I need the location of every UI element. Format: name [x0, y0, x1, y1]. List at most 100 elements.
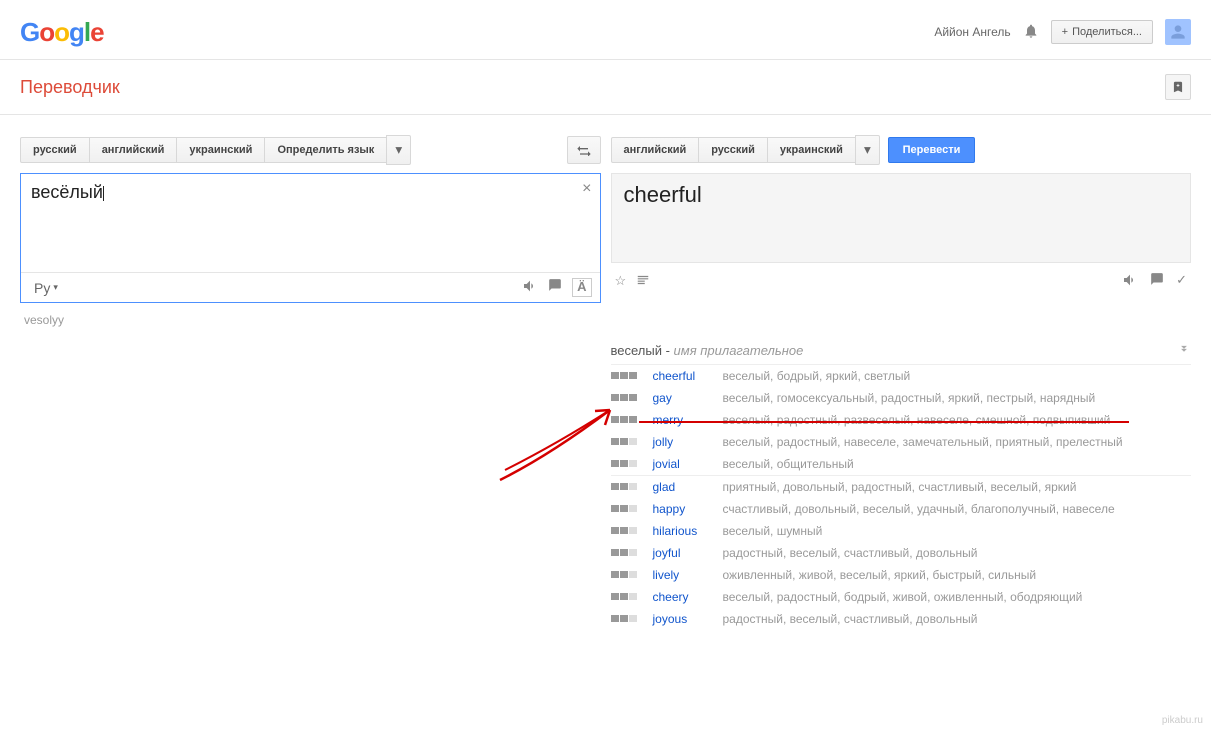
source-lang-english[interactable]: английский	[89, 137, 178, 163]
dict-back-translations: приятный, довольный, радостный, счастлив…	[723, 480, 1192, 494]
transliteration: vesolyy	[24, 313, 601, 327]
dict-translation-word[interactable]: jovial	[653, 457, 723, 471]
underline-annotation-2	[639, 422, 804, 423]
dict-row: jovialвеселый, общительный	[611, 453, 1192, 475]
source-lang-detect[interactable]: Определить язык	[264, 137, 387, 163]
input-text: весёлый	[31, 182, 103, 202]
dict-row: jollyвеселый, радостный, навеселе, замеч…	[611, 431, 1192, 453]
dict-translation-word[interactable]: cheery	[653, 590, 723, 604]
target-lang-ukrainian[interactable]: украинский	[767, 137, 856, 163]
frequency-bars	[611, 460, 643, 467]
dict-row: cheeryвеселый, радостный, бодрый, живой,…	[611, 586, 1192, 608]
dict-back-translations: веселый, общительный	[723, 457, 1192, 471]
text-cursor	[103, 186, 108, 201]
dict-translation-word[interactable]: cheerful	[653, 369, 723, 383]
dict-word: веселый	[611, 343, 662, 358]
frequency-bars	[611, 394, 643, 401]
dict-row: joyfulрадостный, веселый, счастливый, до…	[611, 542, 1192, 564]
swap-languages-button[interactable]	[567, 136, 601, 164]
dict-translation-word[interactable]: joyous	[653, 612, 723, 626]
dict-back-translations: веселый, радостный, развеселый, навеселе…	[723, 413, 1192, 427]
dict-group: gladприятный, довольный, радостный, счас…	[611, 475, 1192, 630]
output-footer: ☆ ✓	[611, 263, 1192, 293]
dict-translation-word[interactable]: glad	[653, 480, 723, 494]
target-lang-dropdown[interactable]: ▾	[855, 135, 880, 165]
frequency-bars	[611, 549, 643, 556]
main: русский английский украинский Определить…	[0, 115, 1211, 650]
dict-row: happyсчастливый, довольный, веселый, уда…	[611, 498, 1192, 520]
dict-row: livelyоживленный, живой, веселый, яркий,…	[611, 564, 1192, 586]
dict-row: merryвеселый, радостный, развеселый, нав…	[611, 409, 1192, 431]
star-icon[interactable]: ☆	[615, 273, 627, 289]
listen-target-icon[interactable]	[1122, 272, 1138, 291]
avatar[interactable]	[1165, 19, 1191, 45]
title-bar: Переводчик	[0, 60, 1211, 115]
dict-back-translations: счастливый, довольный, веселый, удачный,…	[723, 502, 1192, 516]
source-lang-russian[interactable]: русский	[20, 137, 90, 163]
frequency-bars	[611, 483, 643, 490]
dictionary: веселый - имя прилагательное cheerfulвес…	[611, 343, 1192, 630]
source-lang-row: русский английский украинский Определить…	[20, 135, 601, 165]
google-logo[interactable]: Google	[20, 17, 104, 48]
source-lang-ukrainian[interactable]: украинский	[176, 137, 265, 163]
expand-icon[interactable]	[1177, 343, 1191, 360]
target-column: английский русский украинский ▾ Перевест…	[611, 135, 1192, 630]
dict-translation-word[interactable]: merry	[653, 413, 723, 427]
dict-back-translations: веселый, бодрый, яркий, светлый	[723, 369, 1192, 383]
frequency-bars	[611, 438, 643, 445]
dict-row: cheerfulвеселый, бодрый, яркий, светлый	[611, 365, 1192, 387]
share-label: Поделиться...	[1072, 26, 1142, 38]
target-lang-english[interactable]: английский	[611, 137, 700, 163]
select-all-icon[interactable]	[636, 273, 650, 290]
dict-back-translations: веселый, радостный, навеселе, замечатель…	[723, 435, 1192, 449]
input-footer: Ру ▾ Ä	[21, 272, 600, 302]
frequency-bars	[611, 615, 643, 622]
dict-pos: имя прилагательное	[674, 343, 804, 358]
dict-row: gladприятный, довольный, радостный, счас…	[611, 476, 1192, 498]
dict-translation-word[interactable]: joyful	[653, 546, 723, 560]
notifications-icon[interactable]	[1023, 23, 1039, 42]
input-method-button[interactable]: Ру ▾	[29, 277, 63, 299]
dict-back-translations: радостный, веселый, счастливый, довольны…	[723, 612, 1192, 626]
clear-input-button[interactable]: ×	[582, 180, 591, 198]
chevron-down-icon: ▾	[53, 282, 58, 293]
dict-row: gayвеселый, гомосексуальный, радостный, …	[611, 387, 1192, 409]
dict-translation-word[interactable]: hilarious	[653, 524, 723, 538]
app-title: Переводчик	[20, 77, 120, 98]
output-text: cheerful	[624, 182, 1179, 208]
dict-back-translations: веселый, шумный	[723, 524, 1192, 538]
plus-icon: +	[1062, 26, 1068, 38]
frequency-bars	[611, 372, 643, 379]
source-lang-dropdown[interactable]: ▾	[386, 135, 411, 165]
username[interactable]: Аййон Ангель	[934, 25, 1010, 39]
frequency-bars	[611, 505, 643, 512]
dict-translation-word[interactable]: jolly	[653, 435, 723, 449]
frequency-bars	[611, 571, 643, 578]
header-right: Аййон Ангель + Поделиться...	[934, 19, 1191, 45]
target-lang-russian[interactable]: русский	[698, 137, 768, 163]
dict-header: веселый - имя прилагательное	[611, 343, 1192, 358]
phrasebook-button[interactable]	[1165, 74, 1191, 100]
dict-back-translations: оживленный, живой, веселый, яркий, быстр…	[723, 568, 1192, 582]
dict-back-translations: веселый, радостный, бодрый, живой, оживл…	[723, 590, 1192, 604]
dict-back-translations: веселый, гомосексуальный, радостный, ярк…	[723, 391, 1192, 405]
check-icon[interactable]: ✓	[1176, 272, 1187, 291]
listen-source-icon[interactable]	[522, 278, 538, 297]
phrasebook-source-icon[interactable]	[548, 278, 562, 297]
dict-translation-word[interactable]: gay	[653, 391, 723, 405]
frequency-bars	[611, 593, 643, 600]
translate-button[interactable]: Перевести	[888, 137, 976, 163]
source-input[interactable]: весёлый × Ру ▾ Ä	[20, 173, 601, 303]
dict-translation-word[interactable]: happy	[653, 502, 723, 516]
watermark: pikabu.ru	[1162, 715, 1203, 726]
dict-back-translations: радостный, веселый, счастливый, довольны…	[723, 546, 1192, 560]
keyboard-icon[interactable]: Ä	[572, 278, 591, 297]
header: Google Аййон Ангель + Поделиться...	[0, 0, 1211, 60]
share-button[interactable]: + Поделиться...	[1051, 20, 1153, 44]
frequency-bars	[611, 527, 643, 534]
dict-row: hilariousвеселый, шумный	[611, 520, 1192, 542]
frequency-bars	[611, 416, 643, 423]
dict-row: joyousрадостный, веселый, счастливый, до…	[611, 608, 1192, 630]
phrasebook-target-icon[interactable]	[1150, 272, 1164, 291]
dict-translation-word[interactable]: lively	[653, 568, 723, 582]
